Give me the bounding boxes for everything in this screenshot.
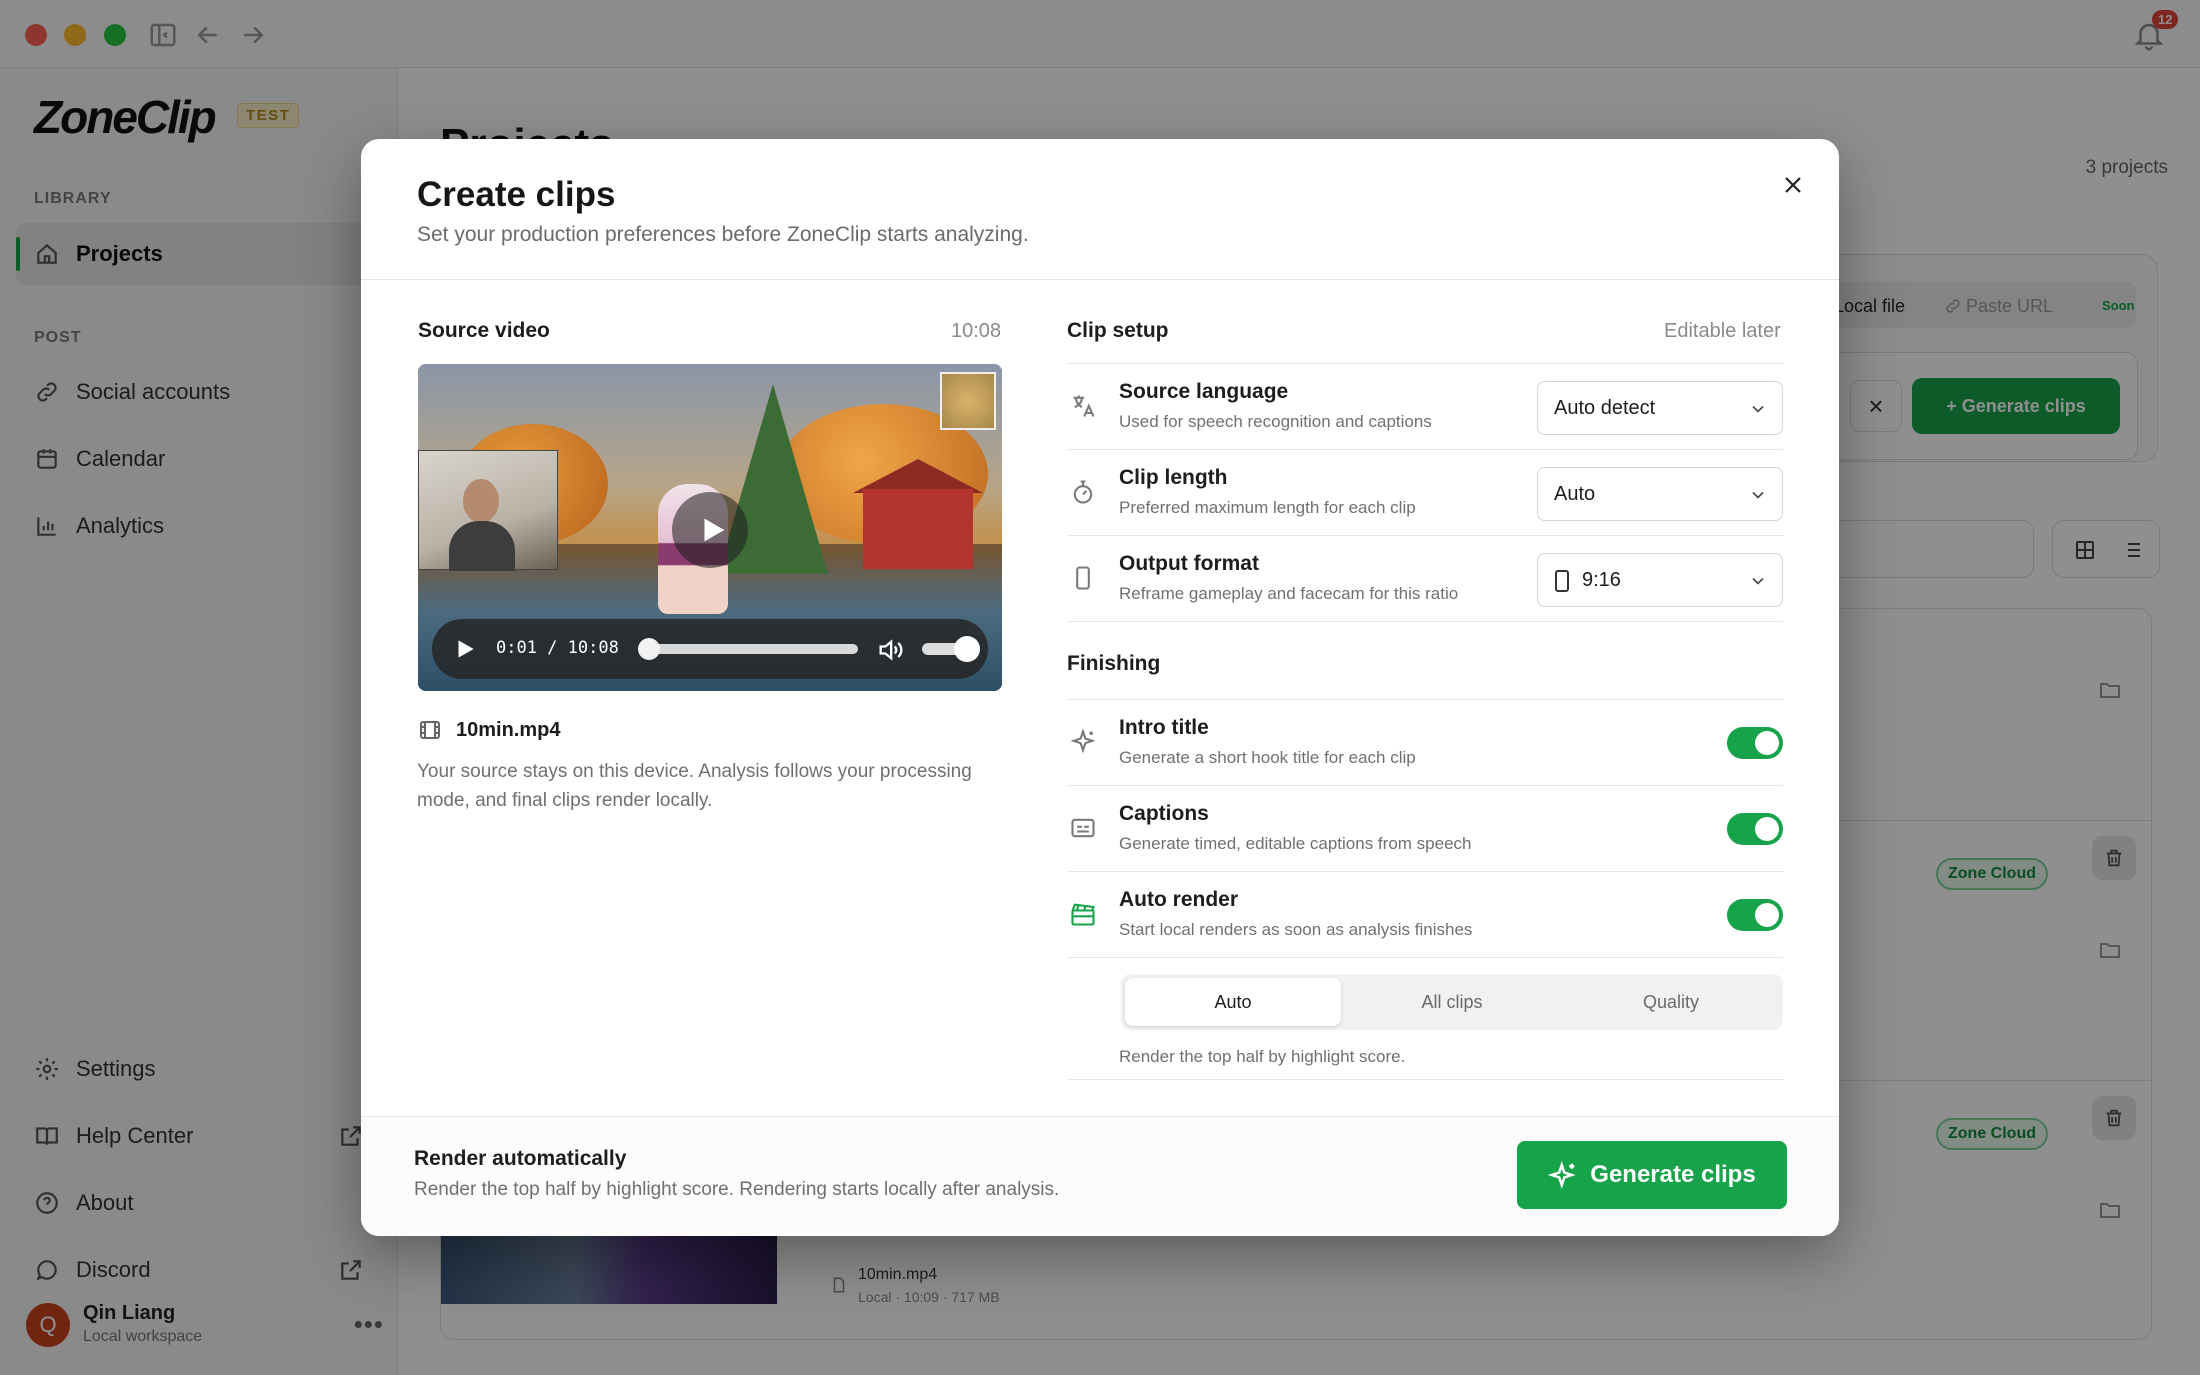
select-value: 9:16	[1582, 569, 1621, 591]
header-divider	[361, 279, 1839, 280]
select-value: Auto detect	[1554, 397, 1656, 419]
create-clips-dialog: Create clips Set your production prefere…	[361, 139, 1839, 1236]
select-value: Auto	[1554, 483, 1596, 505]
film-icon	[420, 721, 440, 739]
play-overlay-button[interactable]	[672, 492, 748, 568]
render-mode-note: Render the top half by highlight score.	[1119, 1047, 1406, 1066]
setting-label: Intro title	[1119, 716, 1209, 739]
sparkle-icon	[1548, 1161, 1576, 1189]
source-file: 10min.mp4	[418, 715, 560, 745]
video-player[interactable]: 0:01 / 10:08	[418, 364, 1002, 691]
source-video-label: Source video	[418, 319, 550, 342]
source-language-row: Source language Used for speech recognit…	[1067, 363, 1783, 449]
render-mode-auto[interactable]: Auto	[1125, 978, 1341, 1026]
video-frame-minimap	[940, 372, 996, 430]
render-mode-all-clips[interactable]: All clips	[1344, 978, 1560, 1026]
chevron-down-icon	[1752, 491, 1764, 499]
auto-render-toggle[interactable]	[1727, 899, 1783, 931]
footer-description: Render the top half by highlight score. …	[414, 1179, 1060, 1200]
play-icon[interactable]	[452, 636, 478, 662]
render-mode-segmented-control: Auto All clips Quality	[1121, 974, 1783, 1030]
volume-handle[interactable]	[954, 636, 980, 662]
setting-description: Generate a short hook title for each cli…	[1119, 748, 1416, 767]
facecam-body	[449, 521, 515, 571]
setting-description: Start local renders as soon as analysis …	[1119, 920, 1473, 939]
auto-render-row: Auto render Start local renders as soon …	[1067, 871, 1783, 957]
setting-description: Generate timed, editable captions from s…	[1119, 834, 1472, 853]
setting-description: Reframe gameplay and facecam for this ra…	[1119, 584, 1459, 603]
close-icon	[1785, 177, 1801, 193]
chevron-down-icon	[1752, 405, 1764, 413]
clapperboard-icon	[1071, 903, 1095, 926]
dialog-subtitle: Set your production preferences before Z…	[417, 223, 1029, 246]
output-format-select[interactable]: 9:16	[1537, 553, 1783, 607]
close-dialog-button[interactable]	[1771, 163, 1815, 207]
video-controls: 0:01 / 10:08	[432, 619, 988, 679]
source-file-name: 10min.mp4	[456, 718, 561, 741]
setting-label: Auto render	[1119, 888, 1239, 911]
stopwatch-icon	[1073, 480, 1093, 504]
translate-icon	[1073, 395, 1095, 417]
setting-description: Preferred maximum length for each clip	[1119, 498, 1416, 517]
playback-time: 0:01 / 10:08	[496, 638, 619, 658]
output-format-row: Output format Reframe gameplay and facec…	[1067, 535, 1783, 621]
captions-toggle[interactable]	[1727, 813, 1783, 845]
setting-label: Output format	[1119, 552, 1259, 575]
intro-title-toggle[interactable]	[1727, 727, 1783, 759]
dialog-title: Create clips	[417, 175, 616, 214]
captions-icon	[1071, 818, 1095, 838]
play-icon	[704, 518, 725, 542]
clip-length-row: Clip length Preferred maximum length for…	[1067, 449, 1783, 535]
seek-handle[interactable]	[638, 638, 661, 660]
generate-clips-label: Generate clips	[1590, 1161, 1756, 1188]
sparkle-icon	[1070, 728, 1096, 754]
setting-label: Source language	[1119, 380, 1289, 403]
setting-description: Used for speech recognition and captions	[1119, 412, 1432, 431]
setting-label: Captions	[1119, 802, 1209, 825]
phone-icon	[1555, 570, 1569, 592]
generate-clips-button[interactable]: Generate clips	[1517, 1141, 1787, 1209]
section-divider	[1067, 1079, 1783, 1080]
captions-row: Captions Generate timed, editable captio…	[1067, 785, 1783, 871]
section-divider	[1067, 621, 1783, 622]
footer-title: Render automatically	[414, 1147, 627, 1170]
source-privacy-note: Your source stays on this device. Analys…	[417, 761, 972, 811]
render-mode-quality[interactable]: Quality	[1563, 978, 1779, 1026]
finishing-label: Finishing	[1067, 652, 1161, 675]
facecam-head	[463, 479, 499, 523]
seek-bar[interactable]	[642, 644, 858, 654]
section-divider	[1067, 957, 1783, 958]
clip-setup-label: Clip setup	[1067, 319, 1169, 342]
volume-icon[interactable]	[876, 636, 904, 664]
phone-icon	[1076, 566, 1090, 590]
chevron-down-icon	[1752, 577, 1764, 585]
clip-length-select[interactable]: Auto	[1537, 467, 1783, 521]
clip-setup-meta: Editable later	[1664, 320, 1781, 342]
video-frame-roof	[853, 459, 983, 493]
intro-title-row: Intro title Generate a short hook title …	[1067, 699, 1783, 785]
video-frame-house	[863, 489, 973, 569]
source-duration: 10:08	[951, 320, 1002, 342]
source-language-select[interactable]: Auto detect	[1537, 381, 1783, 435]
video-frame-facecam	[418, 450, 558, 571]
setting-label: Clip length	[1119, 466, 1228, 489]
